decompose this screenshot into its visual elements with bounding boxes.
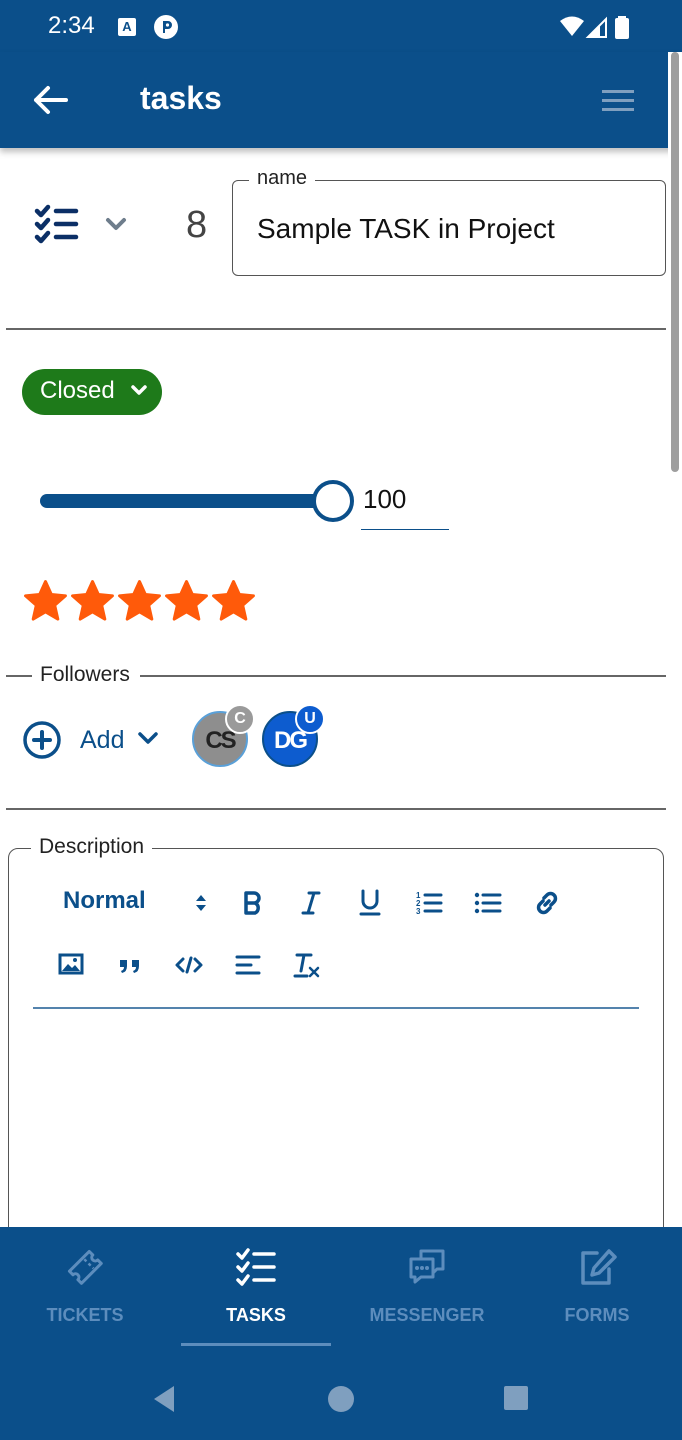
clear-format-icon	[293, 953, 320, 978]
description-editor: Description Normal 1 2 3	[8, 835, 664, 1268]
nav-label: MESSENGER	[369, 1305, 485, 1325]
progress-input[interactable]: 100	[361, 484, 449, 530]
hamburger-menu-icon	[602, 90, 634, 111]
image-button[interactable]	[53, 947, 89, 983]
status-label: Closed	[40, 377, 115, 404]
star-icon[interactable]	[116, 578, 163, 625]
messenger-icon	[409, 1249, 445, 1284]
ordered-list-button[interactable]: 1 2 3	[411, 885, 447, 921]
code-button[interactable]	[171, 947, 207, 983]
avatar-badge: C	[225, 704, 255, 734]
progress-slider-handle[interactable]	[312, 480, 354, 522]
page-title: tasks	[140, 80, 222, 116]
back-button[interactable]	[30, 80, 74, 120]
form-edit-icon	[581, 1249, 617, 1285]
followers-label: Followers	[40, 663, 130, 686]
add-follower-button[interactable]: Add	[22, 718, 164, 762]
underline-button[interactable]	[352, 885, 388, 921]
task-type-selector[interactable]	[30, 200, 140, 248]
avatar-badge: U	[295, 704, 325, 734]
nav-label: TICKETS	[46, 1305, 124, 1325]
arrow-left-icon	[34, 86, 68, 114]
underline-icon	[359, 889, 381, 916]
active-tab-indicator	[181, 1343, 331, 1346]
image-icon	[58, 953, 84, 975]
nav-messenger[interactable]: MESSENGER	[352, 1227, 502, 1356]
ordered-list-icon: 1 2 3	[416, 891, 443, 916]
svg-text:3: 3	[416, 907, 421, 916]
divider	[140, 675, 666, 677]
bullet-list-button[interactable]	[470, 885, 506, 921]
name-field-label: name	[249, 167, 316, 190]
signal-icon	[585, 16, 607, 38]
align-button[interactable]	[230, 947, 266, 983]
description-label: Description	[31, 835, 153, 859]
nav-forms[interactable]: FORMS	[522, 1227, 672, 1356]
bullet-list-icon	[474, 892, 502, 914]
star-rating[interactable]	[22, 578, 257, 628]
nav-label: FORMS	[564, 1305, 630, 1325]
name-field-value[interactable]: Sample TASK in Project	[257, 213, 555, 245]
chevron-down-icon	[106, 218, 126, 230]
italic-icon	[301, 891, 321, 915]
bottom-nav: TICKETS TASKS MESSENGER FORMS	[0, 1227, 682, 1356]
star-icon[interactable]	[210, 578, 257, 625]
nav-tasks[interactable]: TASKS	[181, 1227, 331, 1356]
blockquote-icon	[120, 960, 139, 973]
clear-format-button[interactable]	[289, 947, 325, 983]
task-list-icon	[34, 204, 79, 244]
menu-button[interactable]	[600, 86, 640, 116]
status-bar: 2:34 A	[0, 0, 682, 52]
app-bar: tasks	[0, 52, 682, 148]
italic-button[interactable]	[293, 885, 329, 921]
bold-button[interactable]	[235, 885, 271, 921]
add-follower-label: Add	[80, 726, 125, 754]
star-icon[interactable]	[69, 578, 116, 625]
toolbar-divider	[33, 1007, 639, 1009]
home-circle-icon[interactable]	[326, 1384, 356, 1414]
chevron-down-icon	[138, 732, 158, 744]
scroll-thumb[interactable]	[671, 52, 679, 472]
nav-tickets[interactable]: TICKETS	[10, 1227, 160, 1356]
divider	[6, 328, 666, 330]
description-input[interactable]	[33, 1011, 639, 1261]
code-icon	[175, 956, 203, 974]
status-time: 2:34	[48, 12, 95, 39]
progress-slider-track[interactable]	[40, 494, 336, 508]
system-nav-bar	[0, 1356, 682, 1440]
wifi-icon	[560, 16, 584, 36]
link-icon	[536, 891, 558, 915]
format-select[interactable]: Normal	[63, 887, 146, 915]
blockquote-button[interactable]	[112, 947, 148, 983]
scrollbar[interactable]	[668, 52, 682, 1228]
bold-icon	[244, 891, 261, 915]
p-notification-icon	[154, 15, 178, 39]
task-number: 8	[186, 204, 208, 246]
star-icon[interactable]	[22, 578, 69, 625]
divider	[6, 808, 666, 810]
nav-label: TASKS	[226, 1305, 286, 1325]
a-notification-icon: A	[118, 18, 136, 36]
divider	[6, 675, 32, 677]
back-triangle-icon[interactable]	[150, 1384, 178, 1414]
battery-icon	[615, 16, 629, 39]
name-field[interactable]: name Sample TASK in Project	[232, 167, 666, 276]
link-button[interactable]	[529, 885, 565, 921]
select-arrows-icon[interactable]	[193, 891, 209, 915]
align-icon	[235, 955, 261, 975]
star-icon[interactable]	[163, 578, 210, 625]
chevron-down-icon	[131, 385, 147, 395]
status-dropdown[interactable]: Closed	[22, 369, 162, 415]
add-circle-icon	[23, 721, 61, 759]
status-icons	[558, 15, 634, 44]
recents-square-icon[interactable]	[502, 1384, 530, 1412]
tasks-icon	[236, 1248, 276, 1286]
ticket-icon	[67, 1249, 103, 1285]
